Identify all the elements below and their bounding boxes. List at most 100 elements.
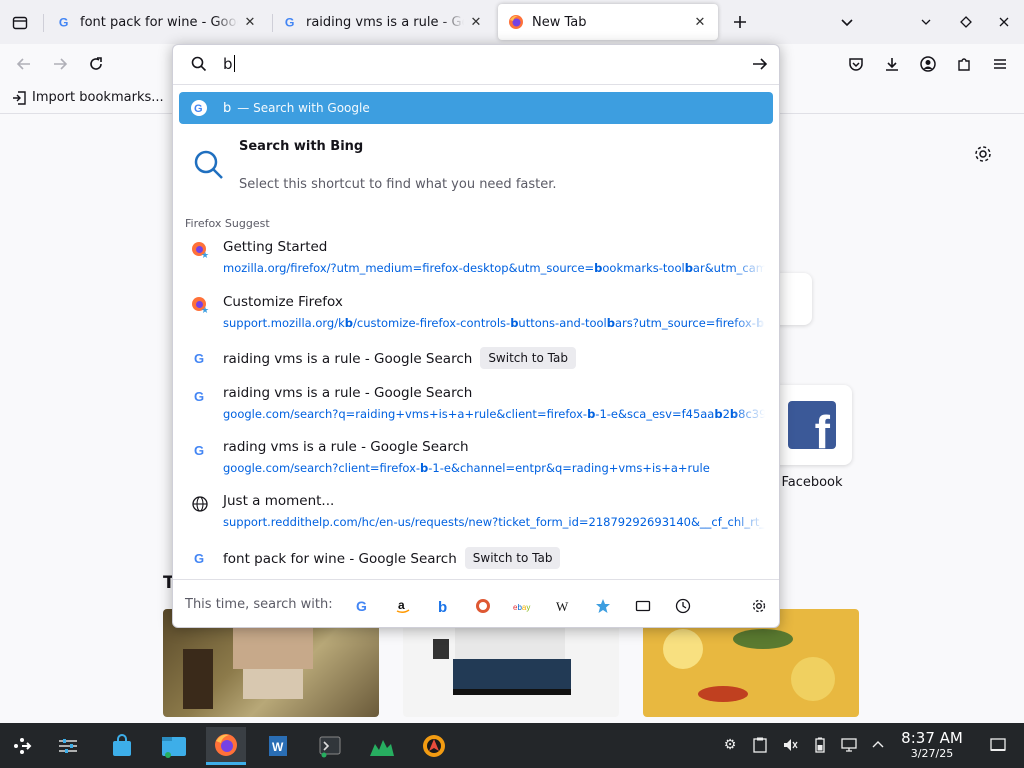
personalize-gear-icon[interactable]: [972, 143, 994, 165]
bookmarks-star-icon[interactable]: [591, 594, 615, 618]
wikipedia-engine-icon[interactable]: W: [551, 594, 575, 618]
system-settings-taskbar-button[interactable]: [48, 727, 88, 765]
account-button[interactable]: [916, 52, 940, 76]
svg-text:G: G: [59, 15, 69, 29]
switch-to-tab-button[interactable]: Switch to Tab: [464, 547, 561, 569]
close-tab-icon[interactable]: ✕: [468, 14, 484, 30]
result-row-switch-tab[interactable]: G raiding vms is a rule - Google Search S…: [179, 347, 773, 373]
game-launcher-taskbar-button[interactable]: [414, 727, 454, 765]
clock[interactable]: 8:37 AM 3/27/25: [896, 729, 968, 761]
tab-separator: [43, 14, 44, 32]
pocket-button[interactable]: [844, 52, 868, 76]
tab-font-pack[interactable]: G font pack for wine - Google ✕: [48, 4, 268, 40]
window-close-button[interactable]: [992, 10, 1016, 34]
close-tab-icon[interactable]: ✕: [242, 14, 258, 30]
amazon-engine-icon[interactable]: a: [391, 594, 415, 618]
go-arrow-icon[interactable]: [751, 55, 769, 73]
download-icon: [886, 58, 898, 71]
bing-engine-icon[interactable]: b: [431, 594, 455, 618]
terminal-taskbar-button[interactable]: [310, 727, 350, 765]
terminal-icon: [319, 736, 341, 758]
google-icon: G: [191, 100, 207, 116]
search-suggestion-selected[interactable]: G b — Search with Google: [179, 92, 773, 124]
google-icon: G: [194, 443, 204, 458]
search-settings-gear-icon[interactable]: [747, 594, 771, 618]
shortcut-tile-facebook[interactable]: f: [772, 385, 852, 465]
discover-store-taskbar-button[interactable]: [102, 727, 142, 765]
reload-button[interactable]: [84, 52, 108, 76]
result-title: Just a moment...: [223, 493, 335, 509]
history-clock-icon[interactable]: [671, 594, 695, 618]
window-maximize-button[interactable]: [954, 10, 978, 34]
firefox-view-button[interactable]: [8, 11, 32, 35]
firefox-bookmark-icon: ★: [192, 242, 209, 259]
file-manager-taskbar-button[interactable]: [154, 727, 194, 765]
clock-time: 8:37 AM: [901, 729, 963, 747]
minimize-icon: [921, 19, 931, 25]
result-row[interactable]: Just a moment... support.reddithelp.com/…: [179, 493, 773, 533]
tab-new-tab[interactable]: New Tab ✕: [498, 4, 718, 40]
result-row[interactable]: G raiding vms is a rule - Google Search …: [179, 385, 773, 425]
game-launcher-icon: [423, 735, 445, 757]
back-button[interactable]: [12, 52, 36, 76]
result-row-switch-tab[interactable]: G font pack for wine - Google Search Swit…: [179, 547, 773, 573]
document-writer-icon: W: [269, 736, 287, 756]
arrow-right-icon: [54, 58, 68, 70]
account-icon: [920, 56, 936, 72]
close-tab-icon[interactable]: ✕: [692, 14, 708, 30]
reload-icon: [90, 57, 102, 70]
plus-icon: [734, 16, 746, 28]
google-engine-icon[interactable]: G: [351, 594, 375, 618]
firefox-icon: [215, 733, 237, 756]
store-bag-icon: [113, 734, 131, 756]
tab-title: raiding vms is a rule - Goog: [306, 14, 464, 30]
result-row[interactable]: G rading vms is a rule - Google Search g…: [179, 439, 773, 479]
window-minimize-button[interactable]: [914, 10, 938, 34]
result-row[interactable]: ★ Getting Started mozilla.org/firefox/?u…: [179, 239, 773, 279]
address-input[interactable]: b: [223, 55, 235, 73]
clipboard-tray-icon[interactable]: [750, 735, 770, 755]
tabs-icon[interactable]: [631, 594, 655, 618]
result-url: mozilla.org/firefox/?utm_medium=firefox-…: [223, 261, 765, 275]
result-title: raiding vms is a rule - Google Search Swi…: [223, 347, 576, 369]
urlbar-results-panel: b G b — Search with Google Search with B…: [172, 44, 780, 628]
firefox-taskbar-button[interactable]: [206, 727, 246, 765]
app-menu-button[interactable]: [988, 52, 1012, 76]
result-title: raiding vms is a rule - Google Search: [223, 385, 473, 401]
forward-button[interactable]: [48, 52, 72, 76]
tab-title: New Tab: [532, 14, 587, 30]
shortcut-title: Search with Bing: [239, 139, 364, 154]
result-row[interactable]: ★ Customize Firefox support.mozilla.org/…: [179, 294, 773, 334]
switch-to-tab-button[interactable]: Switch to Tab: [480, 347, 576, 369]
chevron-up-icon[interactable]: [868, 735, 888, 755]
chevron-down-icon: [841, 19, 853, 27]
downloads-button[interactable]: [880, 52, 904, 76]
new-tab-button[interactable]: [728, 10, 752, 34]
steamdeck-launcher-icon: [14, 738, 32, 754]
svg-text:W: W: [272, 740, 284, 754]
tab-raiding-vms[interactable]: G raiding vms is a rule - Goog ✕: [274, 4, 494, 40]
show-desktop-icon[interactable]: [988, 735, 1008, 755]
svg-text:a: a: [398, 598, 405, 612]
list-all-tabs-button[interactable]: [835, 10, 859, 34]
battery-tray-icon[interactable]: [810, 735, 830, 755]
google-icon: G: [59, 15, 69, 29]
network-tray-icon[interactable]: [840, 735, 860, 755]
writer-taskbar-button[interactable]: W: [258, 727, 298, 765]
volume-muted-tray-icon[interactable]: [780, 735, 800, 755]
search-shortcut-bing[interactable]: Search with Bing Select this shortcut to…: [179, 131, 773, 201]
svg-text:ebay: ebay: [513, 603, 530, 612]
import-bookmarks-button[interactable]: Import bookmarks...: [12, 90, 164, 105]
google-icon: G: [194, 551, 204, 566]
system-monitor-icon: [370, 740, 394, 756]
steam-tray-icon[interactable]: ⚙: [720, 735, 740, 755]
address-bar[interactable]: b: [173, 45, 779, 85]
svg-text:G: G: [194, 103, 203, 114]
extensions-button[interactable]: [952, 52, 976, 76]
ebay-engine-icon[interactable]: ebay: [511, 594, 535, 618]
firefox-icon: [509, 15, 523, 29]
app-launcher-button[interactable]: [2, 727, 42, 765]
globe-icon: [192, 496, 208, 512]
system-monitor-taskbar-button[interactable]: [362, 727, 402, 765]
duckduckgo-engine-icon[interactable]: [471, 594, 495, 618]
